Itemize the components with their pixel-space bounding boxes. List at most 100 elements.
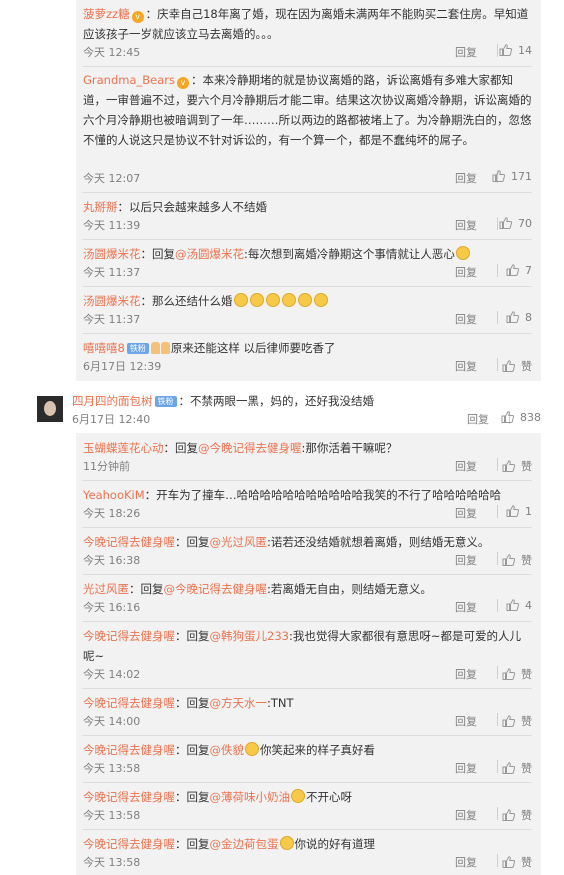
comment-text: 今晚记得去健身喔：回复@韩狗蛋儿233:我也觉得大家都很有意思呀~都是可爱的人儿… bbox=[83, 626, 532, 666]
comment-username[interactable]: YeahooKiM bbox=[83, 488, 145, 502]
comment-time: 今天 11:39 bbox=[83, 219, 141, 232]
like-count: 赞 bbox=[521, 668, 532, 681]
comment-username[interactable]: 今晚记得去健身喔 bbox=[83, 790, 175, 804]
comment-meta: 今天 14:00 回复 赞 bbox=[83, 713, 532, 729]
reply-button[interactable]: 回复 bbox=[455, 505, 477, 521]
comment-username[interactable]: 汤圆爆米花 bbox=[83, 247, 141, 261]
user-avatar[interactable] bbox=[37, 396, 63, 422]
mention-link[interactable]: @薄荷味小奶油 bbox=[210, 790, 291, 804]
comment-username[interactable]: 丸掰掰 bbox=[83, 200, 118, 214]
comment-item: YeahooKiM：开车为了撞车…哈哈哈哈哈哈哈哈哈哈哈我笑的不行了哈哈哈哈哈哈… bbox=[83, 485, 532, 520]
comment-username[interactable]: 玉蝴蝶莲花心动 bbox=[83, 441, 164, 455]
thumbs-up-icon bbox=[502, 360, 521, 373]
comment-text: 菠萝zz糖 v ：庆幸自己18年离了婚，现在因为离婚未满两年不能购买二套住房。早知道… bbox=[83, 4, 532, 44]
comment-content: ：那么还结什么婚 bbox=[140, 294, 233, 308]
comment-username[interactable]: 今晚记得去健身喔 bbox=[83, 743, 175, 757]
comment-time: 今天 12:45 bbox=[83, 46, 141, 59]
like-button[interactable]: 赞 bbox=[502, 760, 532, 776]
mention-link[interactable]: @今晚记得去健身喔 bbox=[198, 441, 302, 455]
reply-button[interactable]: 回复 bbox=[455, 807, 477, 823]
reply-button[interactable]: 回复 bbox=[467, 411, 489, 427]
reply-button[interactable]: 回复 bbox=[455, 311, 477, 327]
like-button[interactable]: 赞 bbox=[502, 552, 532, 568]
comment-username[interactable]: 菠萝zz糖 bbox=[83, 7, 130, 21]
mention-link[interactable]: @汤圆爆米花 bbox=[175, 247, 244, 261]
like-button[interactable]: 70 bbox=[499, 217, 532, 230]
like-button[interactable]: 4 bbox=[506, 599, 532, 612]
comment-divider bbox=[83, 829, 532, 830]
comment-meta: 今天 12:45 回复 14 bbox=[83, 44, 532, 60]
reply-button[interactable]: 回复 bbox=[455, 713, 477, 729]
mention-link[interactable]: @韩狗蛋儿233 bbox=[210, 629, 289, 643]
reply-button[interactable]: 回复 bbox=[455, 358, 477, 374]
comment-content: :诺若还没结婚就想着离婚，则结婚无意义。 bbox=[267, 535, 490, 549]
like-button[interactable]: 7 bbox=[506, 264, 532, 277]
like-button[interactable]: 赞 bbox=[502, 854, 532, 870]
comment-divider bbox=[83, 239, 532, 240]
emoji-icon bbox=[297, 293, 312, 307]
comment-username[interactable]: Grandma_Bears bbox=[83, 73, 175, 87]
divider bbox=[497, 458, 498, 471]
like-button[interactable]: 1 bbox=[506, 505, 532, 518]
comment-time: 今天 13:58 bbox=[83, 809, 141, 822]
mention-link[interactable]: @今晚记得去健身喔 bbox=[164, 582, 268, 596]
comment-username[interactable]: 今晚记得去健身喔 bbox=[83, 535, 175, 549]
comment-panel: 菠萝zz糖 v ：庆幸自己18年离了婚，现在因为离婚未满两年不能购买二套住房。早知道… bbox=[0, 0, 564, 875]
comment-item: Grandma_Bears v ：本来冷静期堵的就是协议离婚的路，诉讼离婚有多难大家… bbox=[83, 70, 532, 185]
like-button[interactable]: 赞 bbox=[502, 807, 532, 823]
like-button[interactable]: 8 bbox=[506, 311, 532, 324]
comment-username[interactable]: 今晚记得去健身喔 bbox=[83, 696, 175, 710]
reply-button[interactable]: 回复 bbox=[455, 760, 477, 776]
like-button[interactable]: 赞 bbox=[502, 358, 532, 374]
mention-link[interactable]: @方天水一 bbox=[210, 696, 268, 710]
mention-link[interactable]: @佚貌 bbox=[210, 743, 245, 757]
like-button[interactable]: 赞 bbox=[502, 458, 532, 474]
like-button[interactable]: 838 bbox=[501, 411, 541, 424]
thumbs-up-icon bbox=[502, 809, 521, 822]
comment-time: 6月17日 12:39 bbox=[83, 360, 162, 373]
like-button[interactable]: 赞 bbox=[502, 666, 532, 682]
comment-content: :每次想到离婚冷静期这个事情就让人恶心 bbox=[244, 247, 455, 261]
reply-button[interactable]: 回复 bbox=[455, 552, 477, 568]
comment-content: 原来还能这样 以后律师要吃香了 bbox=[170, 341, 336, 355]
like-count: 7 bbox=[525, 264, 532, 277]
comment-username[interactable]: 汤圆爆米花 bbox=[83, 294, 141, 308]
reply-button[interactable]: 回复 bbox=[455, 599, 477, 615]
reply-button[interactable]: 回复 bbox=[455, 170, 477, 186]
comment-time: 今天 12:07 bbox=[83, 172, 141, 185]
mention-link[interactable]: @金边荷包蛋 bbox=[210, 837, 279, 851]
reply-button[interactable]: 回复 bbox=[455, 854, 477, 870]
comment-meta: 今天 13:58 回复 赞 bbox=[83, 854, 532, 870]
thumbs-up-icon bbox=[492, 170, 511, 183]
comment-username[interactable]: 光过风匿 bbox=[83, 582, 129, 596]
mention-link[interactable]: @光过风匿 bbox=[210, 535, 268, 549]
divider bbox=[497, 311, 498, 324]
comment-time: 今天 16:38 bbox=[83, 554, 141, 567]
comment-username[interactable]: 嘻嘻嘻8 bbox=[83, 341, 125, 355]
emoji-icon bbox=[313, 293, 328, 307]
emoji-icon bbox=[233, 293, 248, 307]
comment-username[interactable]: 今晚记得去健身喔 bbox=[83, 837, 175, 851]
comment-text: 今晚记得去健身喔：回复@方天水一:TNT bbox=[83, 693, 532, 713]
comment-divider bbox=[83, 333, 532, 334]
comment-username[interactable]: 今晚记得去健身喔 bbox=[83, 629, 175, 643]
emoji-icon bbox=[249, 293, 264, 307]
like-button[interactable]: 171 bbox=[492, 170, 532, 183]
comment-item: 光过风匿：回复@今晚记得去健身喔:若离婚无自由，则结婚无意义。 今天 16:16 回… bbox=[83, 579, 532, 614]
reply-prefix: ：回复 bbox=[163, 441, 199, 455]
like-button[interactable]: 14 bbox=[499, 44, 532, 57]
reply-button[interactable]: 回复 bbox=[455, 217, 477, 233]
comment-time: 今天 14:00 bbox=[83, 715, 141, 728]
like-button[interactable]: 赞 bbox=[502, 713, 532, 729]
thumbs-up-emoji-icon bbox=[160, 342, 170, 354]
reply-button[interactable]: 回复 bbox=[455, 458, 477, 474]
reply-button[interactable]: 回复 bbox=[455, 264, 477, 280]
emoji-icon bbox=[455, 246, 470, 260]
comment-username[interactable]: 四月四的面包树 bbox=[72, 394, 153, 408]
comment-time: 6月17日 12:40 bbox=[72, 413, 151, 426]
divider bbox=[497, 552, 498, 565]
reply-prefix: ：回复 bbox=[175, 743, 210, 757]
like-count: 赞 bbox=[521, 360, 532, 373]
reply-button[interactable]: 回复 bbox=[455, 666, 477, 682]
reply-button[interactable]: 回复 bbox=[455, 44, 477, 60]
